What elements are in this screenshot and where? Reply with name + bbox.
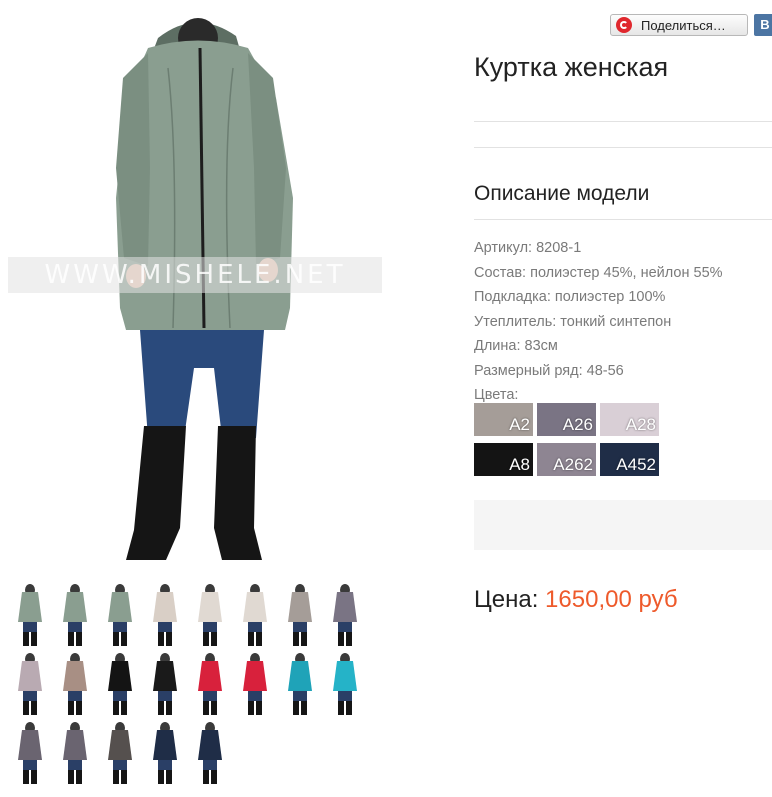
product-thumbnail[interactable] xyxy=(53,720,97,786)
description-heading: Описание модели xyxy=(474,182,650,205)
product-thumbnail[interactable] xyxy=(98,651,142,717)
color-swatch-a262[interactable]: A262 xyxy=(537,443,596,476)
spec-lining: Подкладка: полиэстер 100% xyxy=(474,289,666,305)
swatch-code: A28 xyxy=(625,415,656,434)
price-value: 1650,00 руб xyxy=(545,586,678,613)
thumbnail-gallery xyxy=(8,582,368,789)
product-thumbnail[interactable] xyxy=(188,651,232,717)
color-swatch-a2[interactable]: A2 xyxy=(474,403,533,436)
product-thumbnail[interactable] xyxy=(53,651,97,717)
product-thumbnail[interactable] xyxy=(143,720,187,786)
product-thumbnail[interactable] xyxy=(98,720,142,786)
swatch-code: A262 xyxy=(553,455,593,474)
product-thumbnail[interactable] xyxy=(8,651,52,717)
product-thumbnail[interactable] xyxy=(143,651,187,717)
color-swatch-a452[interactable]: A452 xyxy=(600,443,659,476)
color-swatch-a26[interactable]: A26 xyxy=(537,403,596,436)
watermark-text: WWW.MISHELE.NET xyxy=(8,257,382,293)
swatch-code: A8 xyxy=(509,455,530,474)
info-box xyxy=(474,500,772,550)
product-thumbnail[interactable] xyxy=(233,582,277,648)
spec-composition: Состав: полиэстер 45%, нейлон 55% xyxy=(474,264,723,281)
color-swatch-a28[interactable]: A28 xyxy=(600,403,659,436)
product-thumbnail[interactable] xyxy=(323,651,367,717)
swatch-code: A452 xyxy=(616,455,656,474)
spec-article: Артикул: 8208-1 xyxy=(474,240,582,256)
color-swatches: A2 A26 A28 A8 A262 A452 xyxy=(474,403,674,476)
share-button-label: Поделиться… xyxy=(641,17,726,33)
spec-length: Длина: 83см xyxy=(474,338,558,354)
product-thumbnail[interactable] xyxy=(233,651,277,717)
swatch-code: A2 xyxy=(509,415,530,434)
product-thumbnail[interactable] xyxy=(98,582,142,648)
price: Цена: 1650,00 руб xyxy=(474,586,678,614)
divider xyxy=(474,147,772,148)
share-icon xyxy=(616,17,632,33)
color-swatch-a8[interactable]: A8 xyxy=(474,443,533,476)
product-thumbnail[interactable] xyxy=(278,582,322,648)
spec-insulation: Утеплитель: тонкий синтепон xyxy=(474,313,672,330)
product-thumbnail[interactable] xyxy=(278,651,322,717)
product-thumbnail[interactable] xyxy=(53,582,97,648)
product-thumbnail[interactable] xyxy=(188,720,232,786)
share-button[interactable]: Поделиться… xyxy=(610,14,748,36)
product-thumbnail[interactable] xyxy=(188,582,232,648)
vk-share-button[interactable]: В xyxy=(754,14,772,36)
product-thumbnail[interactable] xyxy=(323,582,367,648)
product-thumbnail[interactable] xyxy=(143,582,187,648)
divider xyxy=(474,121,772,122)
divider xyxy=(474,219,772,220)
product-title: Куртка женская xyxy=(474,52,669,82)
main-product-photo[interactable]: WWW.MISHELE.NET xyxy=(8,8,382,572)
product-thumbnail[interactable] xyxy=(8,582,52,648)
product-thumbnail[interactable] xyxy=(8,720,52,786)
price-label: Цена: xyxy=(474,586,539,613)
spec-size-range: Размерный ряд: 48-56 xyxy=(474,362,624,379)
swatch-code: A26 xyxy=(562,415,593,434)
spec-list: Артикул: 8208-1 Состав: полиэстер 45%, н… xyxy=(474,236,723,408)
